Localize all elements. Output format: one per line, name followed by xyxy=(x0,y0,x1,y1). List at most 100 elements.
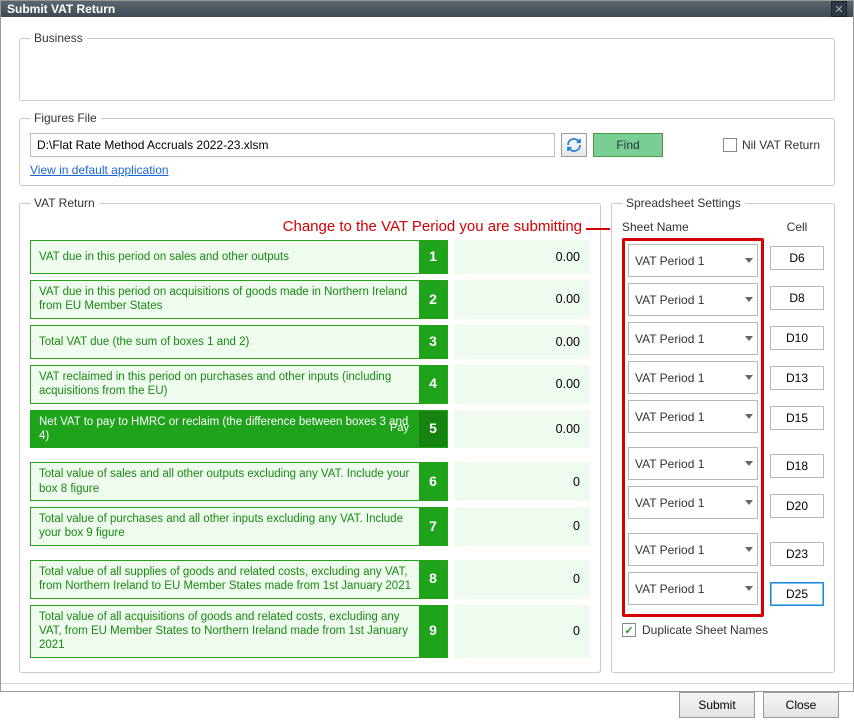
vat-line-7: Total value of purchases and all other i… xyxy=(30,507,590,546)
sheet-dropdown-2[interactable]: VAT Period 1 xyxy=(628,283,758,316)
sheet-dropdown-3[interactable]: VAT Period 1 xyxy=(628,322,758,355)
vat-box-number: 8 xyxy=(419,561,447,598)
vat-line-2: VAT due in this period on acquisitions o… xyxy=(30,280,590,319)
sheet-dropdown-label: VAT Period 1 xyxy=(635,457,704,471)
vat-box-number: 6 xyxy=(419,463,447,500)
vat-box-9: Total value of all acquisitions of goods… xyxy=(30,605,448,658)
cell-input-wrap xyxy=(770,537,824,571)
vat-box-number: 4 xyxy=(419,366,447,403)
vat-box-label: Total value of purchases and all other i… xyxy=(39,512,411,541)
figures-path-input[interactable] xyxy=(30,133,555,157)
chevron-down-icon xyxy=(745,375,753,380)
vat-line-3: Total VAT due (the sum of boxes 1 and 2)… xyxy=(30,325,590,359)
business-fieldset: Business xyxy=(19,31,835,101)
vat-box-number: 9 xyxy=(419,606,447,657)
vat-value-8: 0 xyxy=(454,560,590,599)
vat-box-label: VAT due in this period on acquisitions o… xyxy=(39,285,411,314)
close-button[interactable]: Close xyxy=(763,692,839,718)
chevron-down-icon xyxy=(745,258,753,263)
cell-input-9[interactable] xyxy=(770,582,824,606)
cell-input-wrap xyxy=(770,489,824,523)
sheet-dropdown-8[interactable]: VAT Period 1 xyxy=(628,533,758,566)
vat-box-8: Total value of all supplies of goods and… xyxy=(30,560,448,599)
vat-return-fieldset: VAT Return Change to the VAT Period you … xyxy=(19,196,601,673)
vat-value-6: 0 xyxy=(454,462,590,501)
vat-box-label: VAT reclaimed in this period on purchase… xyxy=(39,370,411,399)
vat-box-number: 3 xyxy=(419,326,447,358)
cell-header: Cell xyxy=(770,220,824,234)
spreadsheet-header: Sheet Name Cell xyxy=(622,218,824,234)
spreadsheet-columns: VAT Period 1 VAT Period 1 VAT Period 1 VAT … xyxy=(622,238,824,617)
chevron-down-icon xyxy=(745,586,753,591)
sheet-dropdown-label: VAT Period 1 xyxy=(635,371,704,385)
chevron-down-icon xyxy=(745,500,753,505)
chevron-down-icon xyxy=(745,461,753,466)
duplicate-row: ✓ Duplicate Sheet Names xyxy=(622,623,824,637)
vat-rows-container: VAT due in this period on sales and othe… xyxy=(30,240,590,658)
vat-value-1: 0.00 xyxy=(454,240,590,274)
annotation-text: Change to the VAT Period you are submitt… xyxy=(30,218,590,238)
cell-input-2[interactable] xyxy=(770,286,824,310)
vat-value-9: 0 xyxy=(454,605,590,658)
view-default-app-link[interactable]: View in default application xyxy=(30,163,169,177)
figures-legend: Figures File xyxy=(30,111,101,125)
vat-box-number: 2 xyxy=(419,281,447,318)
sheet-dropdown-5[interactable]: VAT Period 1 xyxy=(628,400,758,433)
chevron-down-icon xyxy=(745,414,753,419)
sheet-dropdown-7[interactable]: VAT Period 1 xyxy=(628,486,758,519)
vat-value-7: 0 xyxy=(454,507,590,546)
vat-box-2: VAT due in this period on acquisitions o… xyxy=(30,280,448,319)
cell-input-wrap xyxy=(770,281,824,315)
vat-box-3: Total VAT due (the sum of boxes 1 and 2)… xyxy=(30,325,448,359)
cell-input-4[interactable] xyxy=(770,366,824,390)
footer: Submit Close xyxy=(1,683,853,726)
refresh-button[interactable] xyxy=(561,133,587,157)
nil-vat-checkbox[interactable] xyxy=(723,138,737,152)
pay-label: Pay xyxy=(390,422,409,436)
sheet-name-column: VAT Period 1 VAT Period 1 VAT Period 1 VAT … xyxy=(622,238,764,617)
vat-return-legend: VAT Return xyxy=(30,196,99,210)
cell-input-5[interactable] xyxy=(770,406,824,430)
vat-box-label: Total VAT due (the sum of boxes 1 and 2) xyxy=(39,335,249,349)
vat-box-7: Total value of purchases and all other i… xyxy=(30,507,448,546)
vat-spacer xyxy=(30,552,590,560)
main-row: VAT Return Change to the VAT Period you … xyxy=(19,196,835,673)
vat-box-6: Total value of sales and all other outpu… xyxy=(30,462,448,501)
cell-input-wrap xyxy=(770,577,824,611)
duplicate-label: Duplicate Sheet Names xyxy=(642,623,768,637)
cell-input-7[interactable] xyxy=(770,494,824,518)
vat-line-4: VAT reclaimed in this period on purchase… xyxy=(30,365,590,404)
cell-input-wrap xyxy=(770,401,824,435)
titlebar: Submit VAT Return ✕ xyxy=(1,1,853,17)
vat-value-2: 0.00 xyxy=(454,280,590,319)
vat-value-5: 0.00 xyxy=(454,410,590,449)
cell-input-8[interactable] xyxy=(770,542,824,566)
vat-box-number: 1 xyxy=(419,241,447,273)
vat-value-4: 0.00 xyxy=(454,365,590,404)
sheet-dropdown-6[interactable]: VAT Period 1 xyxy=(628,447,758,480)
cell-input-wrap xyxy=(770,321,824,355)
duplicate-checkbox[interactable]: ✓ xyxy=(622,623,636,637)
cell-input-wrap xyxy=(770,241,824,275)
sheet-dropdown-9[interactable]: VAT Period 1 xyxy=(628,572,758,605)
chevron-down-icon xyxy=(745,547,753,552)
close-icon[interactable]: ✕ xyxy=(831,1,847,17)
vat-box-label: VAT due in this period on sales and othe… xyxy=(39,250,289,264)
sheet-dropdown-1[interactable]: VAT Period 1 xyxy=(628,244,758,277)
content-area: Business Figures File Find Nil VAT Re xyxy=(1,17,853,683)
vat-box-number: 7 xyxy=(419,508,447,545)
submit-button[interactable]: Submit xyxy=(679,692,755,718)
cell-input-1[interactable] xyxy=(770,246,824,270)
vat-box-label: Total value of all acquisitions of goods… xyxy=(39,610,411,653)
cell-input-6[interactable] xyxy=(770,454,824,478)
vat-box-5: Net VAT to pay to HMRC or reclaim (the d… xyxy=(30,410,448,449)
sheet-dropdown-4[interactable]: VAT Period 1 xyxy=(628,361,758,394)
vat-spacer xyxy=(30,454,590,462)
vat-line-1: VAT due in this period on sales and othe… xyxy=(30,240,590,274)
sheet-dropdown-label: VAT Period 1 xyxy=(635,332,704,346)
spreadsheet-rows: VAT Period 1 VAT Period 1 VAT Period 1 VAT … xyxy=(622,238,824,617)
vat-box-number: 5 xyxy=(419,411,447,448)
cell-input-3[interactable] xyxy=(770,326,824,350)
vat-box-label: Net VAT to pay to HMRC or reclaim (the d… xyxy=(39,415,411,444)
find-button[interactable]: Find xyxy=(593,133,663,157)
